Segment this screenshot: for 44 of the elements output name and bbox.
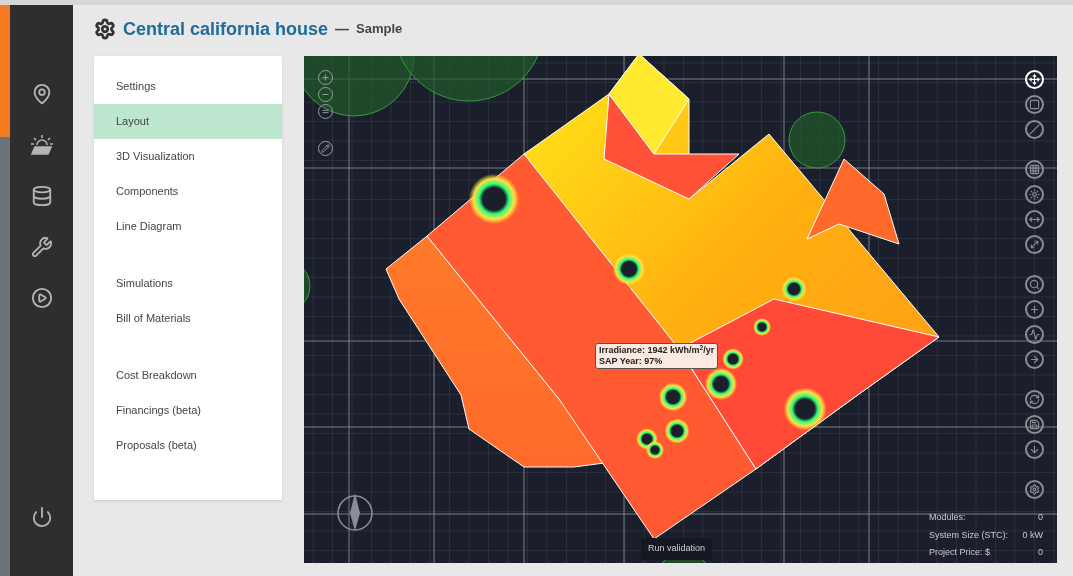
title-separator: —	[335, 19, 350, 39]
ruler-icon[interactable]	[1025, 210, 1044, 229]
menu-item[interactable]: Components	[94, 174, 282, 209]
menu-item[interactable]: Cost Breakdown	[94, 358, 282, 393]
pencil-icon[interactable]	[318, 141, 333, 156]
menu-item[interactable]: Settings	[94, 69, 282, 104]
settings-icon[interactable]	[1025, 480, 1044, 499]
menu-item[interactable]: Layout	[94, 104, 282, 139]
plus-icon[interactable]	[1025, 300, 1044, 319]
save-icon[interactable]	[1025, 415, 1044, 434]
tree-canopy	[788, 111, 846, 169]
menu-item[interactable]: Proposals (beta)	[94, 428, 282, 463]
stat-value: 0	[1038, 546, 1043, 559]
slash-icon[interactable]	[1025, 120, 1044, 139]
move-icon[interactable]	[1025, 70, 1044, 89]
project-title: Central california house	[123, 17, 329, 41]
stat-label: System Size (STC):	[929, 528, 1008, 542]
gear-icon	[94, 18, 116, 40]
stat-value: 0 kW	[1022, 528, 1043, 542]
wave-icon[interactable]	[1025, 325, 1044, 344]
roof-obstruction	[468, 173, 520, 225]
menu-item[interactable]: Financings (beta)	[94, 393, 282, 428]
roof-obstruction	[783, 387, 827, 431]
grid-icon[interactable]	[1025, 160, 1044, 179]
roof-obstruction	[612, 252, 646, 286]
menu-item[interactable]: 3D Visualization	[94, 139, 282, 174]
arrow-down-icon[interactable]	[1025, 440, 1044, 459]
roof-obstruction	[658, 382, 688, 412]
run-validation-button[interactable]: Run validation	[641, 538, 713, 560]
menu-item[interactable]: Bill of Materials	[94, 301, 282, 336]
project-subtitle: Sample	[356, 20, 403, 39]
refresh-icon[interactable]	[1025, 390, 1044, 409]
arrow-right-icon[interactable]	[1025, 350, 1044, 369]
search-icon[interactable]	[1025, 275, 1044, 294]
menu-item[interactable]: Line Diagram	[94, 209, 282, 244]
menu-item[interactable]: Simulations	[94, 266, 282, 301]
irradiance-tooltip: Irradiance: 1942 kWh/m$^{2}$/yr SAP Year: 97%	[595, 343, 719, 369]
stat-label: Modules:	[929, 511, 966, 524]
square-icon[interactable]	[1025, 95, 1044, 114]
stat-value: 0	[1038, 511, 1043, 524]
roof-obstruction	[753, 318, 771, 336]
roof-obstruction	[781, 276, 807, 302]
stat-label: Project Price: $	[929, 546, 991, 559]
sun-icon[interactable]	[1025, 185, 1044, 204]
